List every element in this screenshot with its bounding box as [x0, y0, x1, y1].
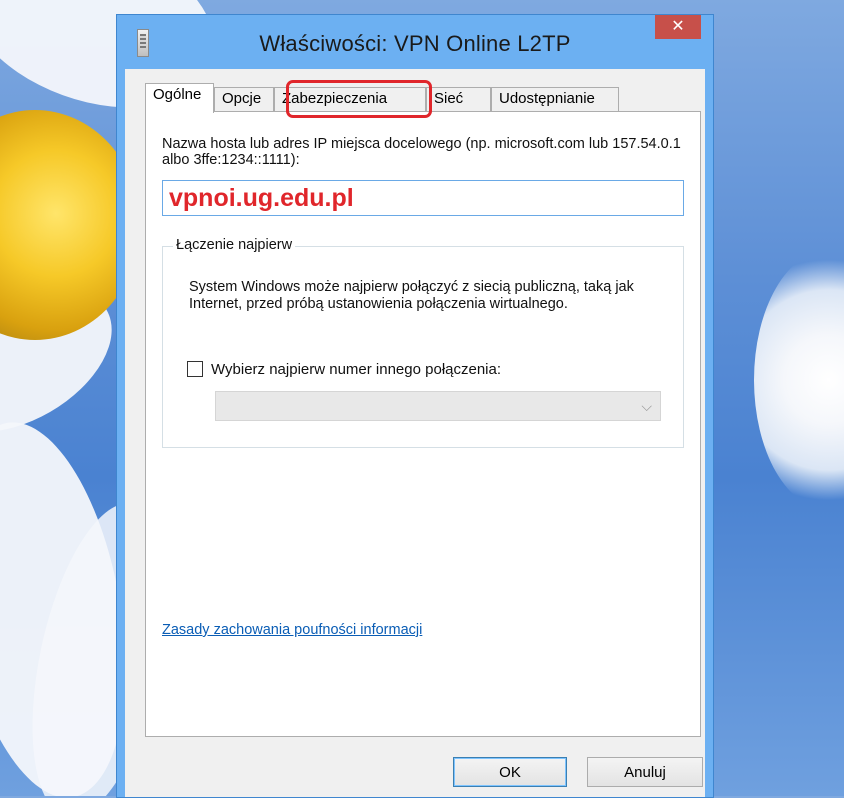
- ok-button[interactable]: OK: [453, 757, 567, 787]
- first-connect-title: Łączenie najpierw: [173, 237, 296, 253]
- tab-network[interactable]: Sieć: [426, 87, 491, 111]
- general-tab-panel: Nazwa hosta lub adres IP miejsca docelow…: [145, 111, 701, 737]
- host-description: Nazwa hosta lub adres IP miejsca docelow…: [162, 136, 681, 168]
- window-title: Właściwości: VPN Online L2TP: [259, 31, 571, 56]
- connection-select[interactable]: ⌵: [215, 391, 661, 421]
- security-tab-highlight: [286, 80, 432, 118]
- tab-sharing[interactable]: Udostępnianie: [491, 87, 619, 111]
- title-bar[interactable]: Właściwości: VPN Online L2TP ✕: [117, 15, 713, 69]
- wallpaper-blurred-flower: [754, 250, 844, 510]
- first-connect-group: Łączenie najpierw System Windows może na…: [162, 237, 684, 448]
- tab-options[interactable]: Opcje: [214, 87, 274, 111]
- cancel-button[interactable]: Anuluj: [587, 757, 703, 787]
- close-button[interactable]: ✕: [655, 15, 701, 39]
- privacy-link[interactable]: Zasady zachowania poufności informacji: [162, 622, 422, 638]
- host-input[interactable]: [162, 180, 684, 216]
- properties-dialog: Właściwości: VPN Online L2TP ✕ Ogólne Op…: [116, 14, 714, 798]
- first-connect-text: System Windows może najpierw połączyć z …: [189, 279, 634, 312]
- tab-general[interactable]: Ogólne: [145, 83, 214, 113]
- dial-first-checkbox[interactable]: [187, 361, 203, 377]
- chevron-down-icon: ⌵: [641, 398, 652, 414]
- dialog-client-area: Ogólne Opcje Zabezpieczenia Sieć Udostęp…: [125, 69, 705, 797]
- dial-first-label[interactable]: Wybierz najpierw numer innego połączenia…: [211, 361, 501, 378]
